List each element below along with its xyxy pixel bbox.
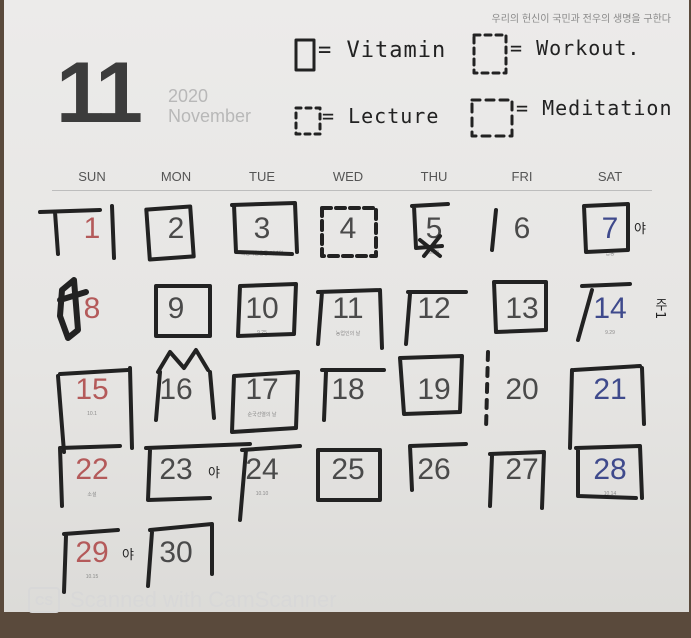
- day-9: 9: [167, 292, 185, 325]
- month-name: November: [168, 106, 252, 126]
- day-20: 20: [505, 373, 539, 406]
- day-10: 10: [245, 292, 279, 325]
- day-note-14: 9.29: [605, 330, 615, 336]
- scribble-d14: 주1: [652, 298, 667, 319]
- day-16: 16: [159, 373, 193, 406]
- weekday-tue: TUE: [249, 169, 275, 184]
- day-25: 25: [331, 453, 365, 486]
- day-27: 27: [505, 453, 539, 486]
- day-note-11: 농업인의 날: [335, 331, 361, 337]
- legend-workout: = Workout.: [510, 36, 641, 60]
- day-23: 23: [159, 453, 193, 486]
- camscanner-logo-icon: CS: [28, 587, 60, 613]
- day-3: 3: [253, 212, 271, 245]
- calendar-motto: 우리의 헌신이 국민과 전우의 생명을 구한다: [491, 14, 672, 25]
- calendar-photo: 우리의 헌신이 국민과 전우의 생명을 구한다 11 2020 November…: [0, 0, 691, 638]
- weekday-sat: SAT: [597, 169, 623, 184]
- day-note-22: 소설: [87, 492, 97, 498]
- weekday-thu: THU: [420, 169, 448, 184]
- day-24: 24: [245, 453, 279, 486]
- day-15: 15: [75, 373, 109, 406]
- legend-lecture: = Lecture: [322, 104, 440, 128]
- day-note-15: 10.1: [87, 411, 97, 417]
- day-17: 17: [245, 373, 279, 406]
- scribble-d23: 야: [208, 466, 220, 481]
- weekday-sun: SUN: [78, 169, 106, 184]
- day-4: 4: [339, 212, 357, 245]
- weekday-fri: FRI: [511, 169, 533, 184]
- scribble-d7: 야: [634, 222, 646, 237]
- weekday-divider: [52, 190, 652, 191]
- day-7: 7: [601, 212, 619, 245]
- legend-meditation: = Meditation: [516, 96, 673, 120]
- day-note-5: 9.20: [429, 250, 439, 256]
- day-29: 29: [75, 536, 109, 569]
- day-19: 19: [417, 373, 451, 406]
- day-18: 18: [331, 373, 365, 406]
- year-label: 2020: [168, 86, 209, 106]
- day-note-28: 10.14: [603, 491, 617, 497]
- day-28: 28: [593, 453, 627, 486]
- legend-vitamin: = Vitamin: [318, 38, 447, 63]
- day-1: 1: [83, 212, 101, 245]
- day-note-7: 입동: [605, 251, 615, 257]
- day-22: 22: [75, 453, 109, 486]
- day-note-19: 10.5: [429, 411, 439, 417]
- day-note-17: 순국선열의 날: [247, 412, 277, 418]
- day-2: 2: [167, 212, 185, 245]
- day-note-3: 학생독립운동 기념일: [240, 251, 284, 257]
- weekday-mon: MON: [160, 169, 192, 184]
- day-5: 5: [425, 212, 443, 245]
- day-14: 14: [593, 292, 627, 325]
- day-12: 12: [417, 292, 451, 325]
- scribble-d29: 야: [122, 548, 134, 563]
- day-6: 6: [513, 212, 531, 245]
- camscanner-text: Scanned with CamScanner: [70, 587, 337, 612]
- day-note-29: 10.15: [85, 574, 99, 580]
- day-21: 21: [593, 373, 627, 406]
- day-8: 8: [83, 292, 101, 325]
- day-26: 26: [417, 453, 451, 486]
- day-note-24: 10.10: [255, 491, 269, 497]
- month-number: 11: [56, 45, 143, 141]
- day-11: 11: [332, 292, 364, 325]
- day-30: 30: [159, 536, 193, 569]
- day-13: 13: [505, 292, 539, 325]
- camscanner-watermark: CS Scanned with CamScanner: [28, 587, 337, 613]
- day-note-10: 9.25: [257, 330, 267, 336]
- weekday-wed: WED: [332, 169, 364, 184]
